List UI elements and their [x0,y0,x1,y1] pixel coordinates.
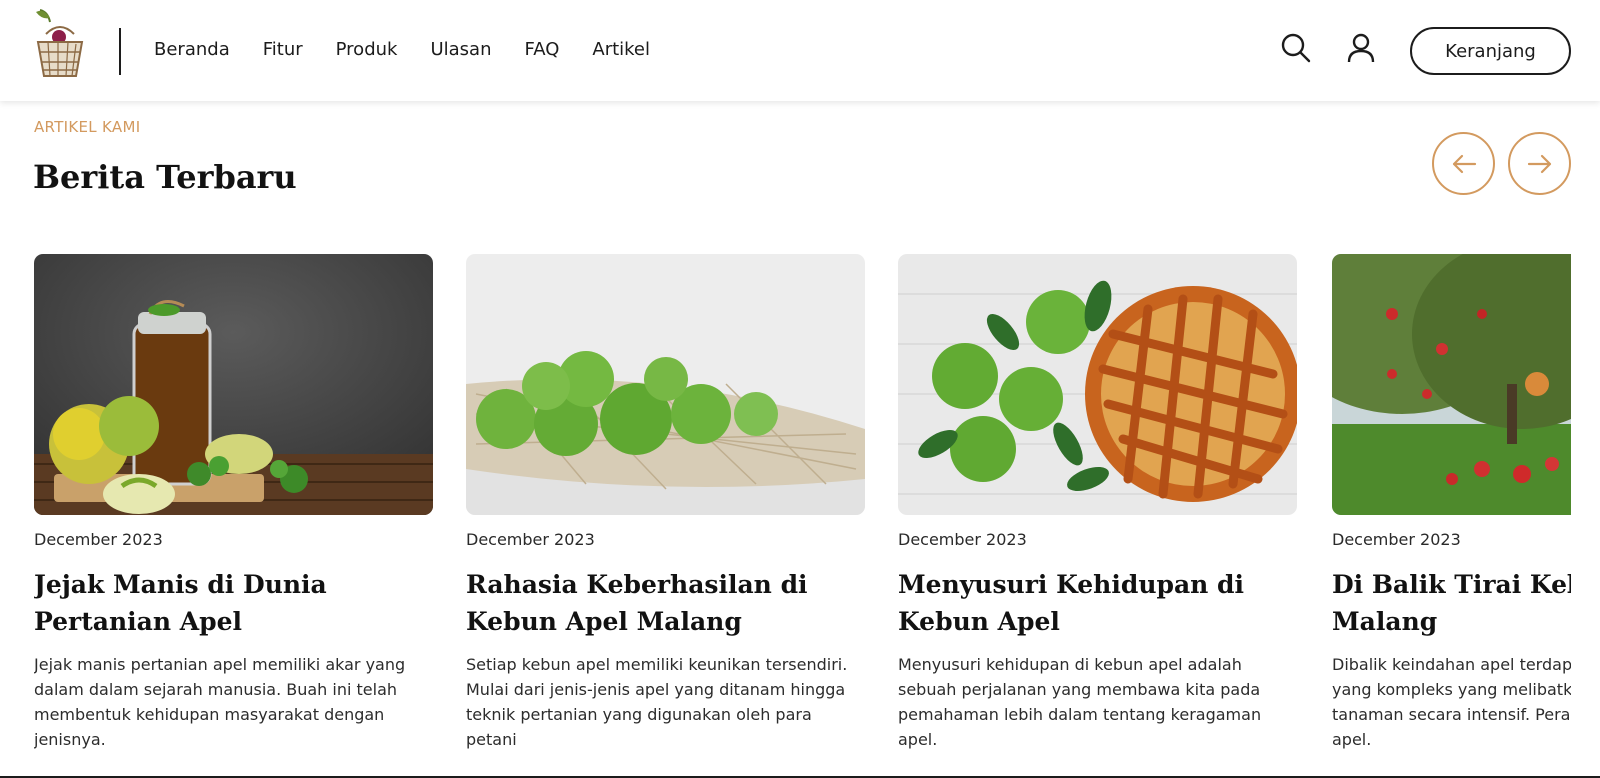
article-card[interactable]: December 2023 Rahasia Keberhasilan di Ke… [466,254,865,752]
apple-orchard-photo[interactable] [1332,254,1571,515]
article-excerpt: Setiap kebun apel memiliki keunikan ters… [466,655,848,749]
article-excerpt: Dibalik keindahan apel terdapo yang komp… [1332,652,1571,752]
article-date: December 2023 [1332,530,1461,549]
excerpt-line-4: apel. [1332,730,1372,749]
search-icon[interactable] [1280,32,1312,64]
site-header: Beranda Fitur Produk Ulasan FAQ Artikel … [0,0,1600,101]
article-title[interactable]: Di Balik Tirai KebunMalang [1332,566,1571,640]
nav-ulasan[interactable]: Ulasan [430,38,491,62]
article-card[interactable]: December 2023 Di Balik Tirai KebunMalang… [1332,254,1571,752]
header-divider [119,28,121,75]
apple-juice-jar-photo[interactable] [34,254,433,515]
article-title[interactable]: Rahasia Keberhasilan di Kebun Apel Malan… [466,566,865,640]
nav-produk[interactable]: Produk [336,38,398,62]
article-date: December 2023 [466,530,595,549]
article-title[interactable]: Menyusuri Kehidupan di Kebun Apel [898,566,1297,640]
excerpt-line-3: tanaman secara intensif. Peran [1332,705,1571,724]
excerpt-line-1: Dibalik keindahan apel terdapo [1332,655,1571,674]
article-date: December 2023 [898,530,1027,549]
apple-pie-photo[interactable] [898,254,1297,515]
article-carousel: December 2023 Jejak Manis di Dunia Perta… [34,254,1571,778]
article-excerpt: Jejak manis pertanian apel memiliki akar… [34,655,406,749]
article-title[interactable]: Jejak Manis di Dunia Pertanian Apel [34,566,433,640]
carousel-prev-button[interactable] [1432,132,1495,195]
arrow-right-icon [1527,154,1551,173]
section-eyebrow: ARTIKEL KAMI [34,118,141,136]
article-excerpt: Menyusuri kehidupan di kebun apel adalah… [898,655,1262,749]
green-apples-net-bag-photo[interactable] [466,254,865,515]
section-title: Berita Terbaru [33,158,297,196]
arrow-left-icon [1452,154,1476,173]
nav-artikel[interactable]: Artikel [592,38,650,62]
carousel-next-button[interactable] [1508,132,1571,195]
article-card[interactable]: December 2023 Jejak Manis di Dunia Perta… [34,254,433,752]
excerpt-line-2: yang kompleks yang melibatka [1332,680,1571,699]
article-card[interactable]: December 2023 Menyusuri Kehidupan di Keb… [898,254,1297,752]
nav-beranda[interactable]: Beranda [154,38,230,62]
main-nav: Beranda Fitur Produk Ulasan FAQ Artikel [154,38,683,62]
article-title-line-1: Di Balik Tirai KebunMalang [1332,570,1571,636]
nav-fitur[interactable]: Fitur [263,38,303,62]
cart-button[interactable]: Keranjang [1410,27,1571,75]
nav-faq[interactable]: FAQ [525,38,560,62]
apple-basket-logo[interactable] [30,6,90,78]
article-date: December 2023 [34,530,163,549]
user-icon[interactable] [1345,32,1377,64]
